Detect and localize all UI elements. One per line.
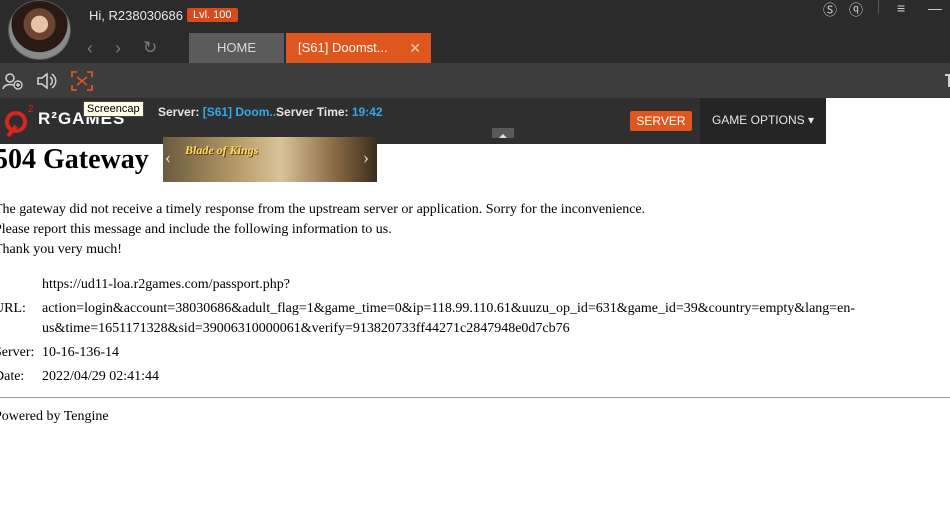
collapse-header-button[interactable]	[492, 128, 514, 138]
server-prefix: Server:	[158, 105, 203, 119]
url-label: URL:	[0, 301, 26, 316]
game-ad-banner[interactable]: ‹ Blade of Kings ›	[163, 137, 377, 182]
url-value-line[interactable]: https://ud11-loa.r2games.com/passport.ph…	[42, 277, 290, 293]
server-time-prefix: Server Time:	[276, 105, 352, 119]
level-badge: Lvl. 100	[187, 8, 238, 22]
error-page: 504 Gateway ‹ Blade of Kings › The gatew…	[0, 137, 950, 510]
add-friend-icon[interactable]	[2, 71, 24, 91]
screencap-tooltip: Screencap	[83, 101, 144, 117]
client-top-bar: Hi, R238030686 Lvl. 100 ‹ › ↻ HOME [S61]…	[0, 0, 950, 63]
server-time: 19:42	[351, 105, 383, 119]
page-title: 504 Gateway	[0, 144, 149, 175]
minimize-icon[interactable]: —	[928, 0, 942, 16]
server-button[interactable]: SERVER	[630, 111, 692, 131]
currency-icon[interactable]: Ⓢ	[823, 0, 837, 20]
svg-text:2: 2	[28, 104, 34, 115]
server-value: 10-16-136-14	[42, 345, 119, 360]
error-message-line: The gateway did not receive a timely res…	[0, 202, 646, 217]
server-label: Server:	[0, 345, 35, 360]
avatar[interactable]	[8, 0, 71, 60]
back-icon[interactable]: ‹	[87, 39, 93, 57]
divider	[0, 397, 950, 398]
chevron-up-icon	[499, 134, 507, 138]
r2games-logo-icon: 2	[5, 104, 34, 138]
forward-icon[interactable]: ›	[115, 39, 121, 57]
error-message-line: Please report this message and include t…	[0, 222, 392, 237]
tab-game[interactable]: [S61] Doomst... ✕	[286, 33, 431, 63]
date-label: Date:	[0, 369, 25, 384]
pin-icon[interactable]	[942, 71, 950, 91]
game-header-blank	[826, 98, 950, 144]
game-options-menu[interactable]: GAME OPTIONS ▾	[700, 98, 826, 144]
greeting-text: Hi, R238030686	[89, 8, 183, 23]
screencap-icon[interactable]	[71, 71, 93, 91]
sound-icon[interactable]	[36, 71, 58, 91]
refresh-icon[interactable]: ↻	[143, 39, 157, 57]
server-name: [S61] Doom..	[202, 105, 277, 119]
powered-by-text: Powered by Tengine	[0, 409, 109, 424]
url-value-line[interactable]: action=login&account=38030686&adult_flag…	[42, 301, 855, 317]
tab-home[interactable]: HOME	[189, 33, 284, 63]
banner-game-logo: Blade of Kings	[185, 143, 259, 157]
tab-home-label: HOME	[217, 40, 256, 55]
client-toolbar	[0, 63, 950, 98]
server-info: Server: [S61] Doom..Server Time: 19:42	[158, 105, 383, 119]
banner-prev-icon[interactable]: ‹	[165, 147, 171, 168]
tab-game-label: [S61] Doomst...	[298, 40, 388, 55]
error-message-line: Thank you very much!	[0, 242, 122, 257]
url-value-line[interactable]: us&time=1651171328&sid=39006310000061&ve…	[42, 321, 570, 337]
window-controls-divider	[878, 0, 879, 14]
help-icon[interactable]: ⓠ	[849, 0, 863, 20]
banner-next-icon[interactable]: ›	[363, 147, 369, 168]
date-value: 2022/04/29 02:41:44	[42, 369, 160, 384]
menu-icon[interactable]: ≡	[897, 0, 905, 16]
close-tab-icon[interactable]: ✕	[409, 33, 421, 63]
